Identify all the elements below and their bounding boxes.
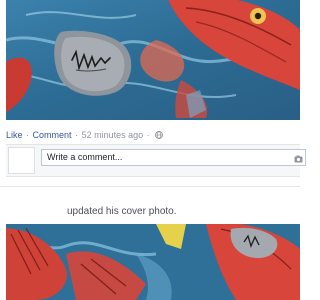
story-divider [0, 186, 300, 187]
story-header-text: updated his cover photo. [67, 206, 177, 217]
comment-placeholder: Write a comment... [47, 152, 123, 162]
post-photo[interactable] [6, 0, 300, 120]
separator: · [75, 130, 79, 140]
separator: · [146, 130, 150, 140]
camera-icon[interactable] [294, 153, 303, 163]
post-photo-image [6, 0, 300, 120]
globe-icon[interactable] [155, 129, 164, 139]
comment-input[interactable]: Write a comment... [41, 149, 306, 166]
like-link[interactable]: Like [6, 130, 23, 140]
cover-photo-image [6, 224, 300, 300]
comment-link[interactable]: Comment [33, 130, 72, 140]
post-actions: Like · Comment · 52 minutes ago · [6, 128, 164, 142]
comment-box: Write a comment... [6, 144, 306, 177]
cover-photo[interactable] [6, 224, 300, 300]
avatar[interactable] [8, 147, 35, 174]
timestamp-link[interactable]: 52 minutes ago [82, 130, 144, 140]
separator: · [26, 130, 30, 140]
